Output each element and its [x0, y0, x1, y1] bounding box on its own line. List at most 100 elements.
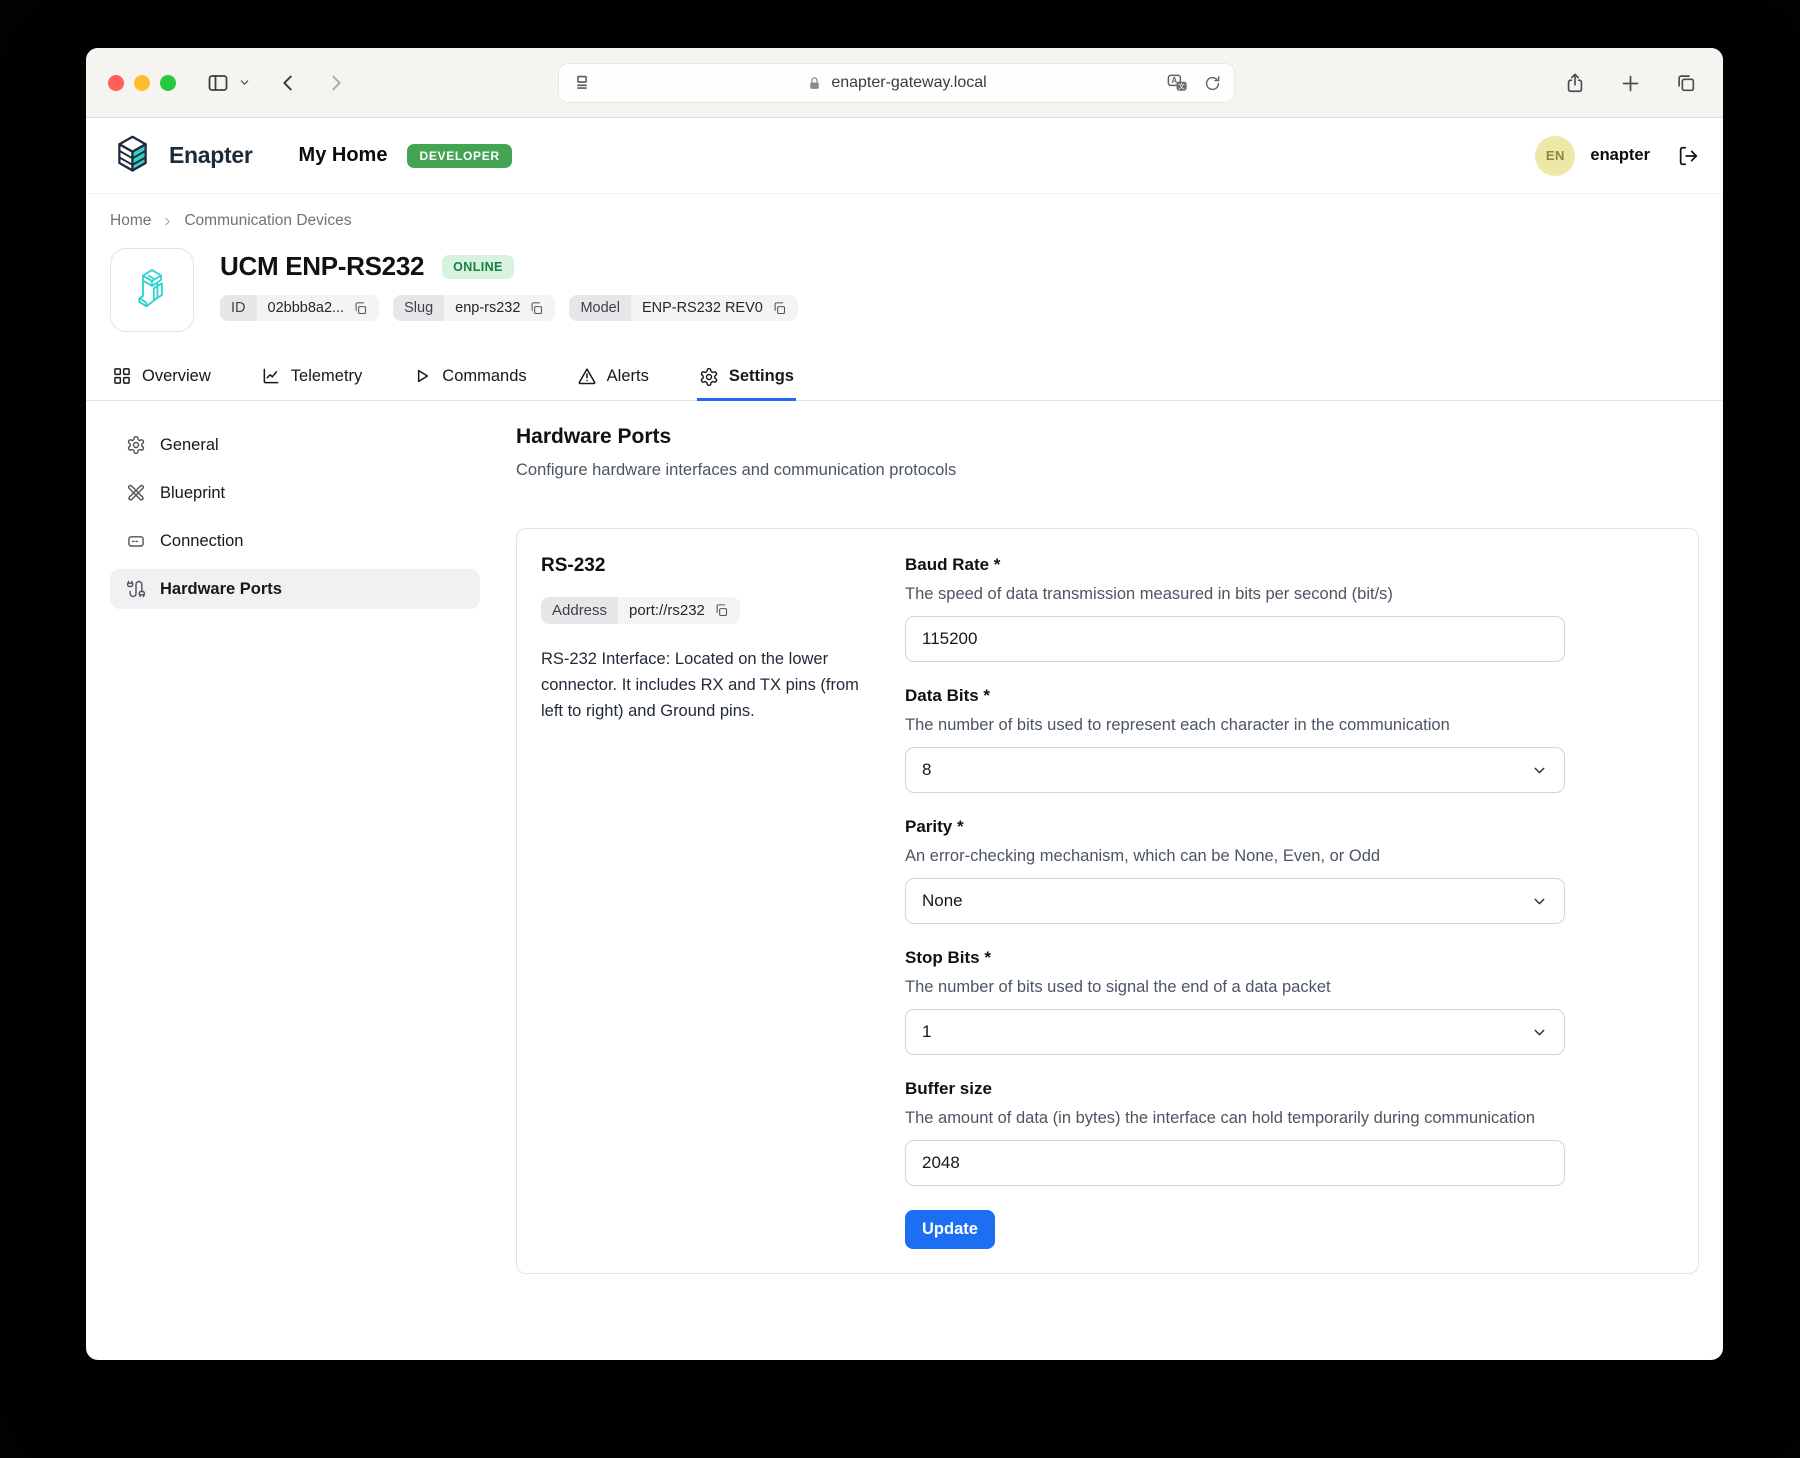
field-description: An error-checking mechanism, which can b… [905, 847, 1381, 865]
slug-chip: Slug enp-rs232 [393, 295, 556, 321]
rs232-title: RS-232 [541, 555, 606, 576]
url-display: enapter-gateway.local [559, 74, 1234, 92]
logout-icon[interactable] [1677, 145, 1699, 167]
tab-overview-icon[interactable] [1675, 72, 1697, 94]
zoom-window-button[interactable] [160, 74, 176, 91]
reload-icon[interactable] [1203, 74, 1222, 93]
baud-rate-field: Baud Rate * The speed of data transmissi… [905, 555, 1565, 662]
baud-rate-input[interactable] [905, 616, 1565, 662]
settings-content: General Blueprint Connection Hardware Po… [86, 401, 1723, 1274]
browser-nav-buttons [206, 71, 347, 95]
device-chips: ID 02bbb8a2... Slug enp-rs232 Model ENP-… [220, 295, 798, 321]
parity-field: Parity * An error-checking mechanism, wh… [905, 817, 1565, 924]
device-tabs: Overview Telemetry Commands Alerts Setti… [86, 356, 1723, 401]
page-title: Hardware Ports [516, 425, 672, 448]
breadcrumb: Home Communication Devices [86, 194, 1723, 236]
new-tab-icon[interactable] [1620, 73, 1641, 94]
avatar[interactable]: EN [1535, 135, 1576, 176]
tab-overview[interactable]: Overview [110, 356, 213, 400]
site-name[interactable]: My Home [299, 144, 388, 167]
blueprint-icon [127, 484, 145, 501]
model-chip: Model ENP-RS232 REV0 [569, 295, 798, 321]
tab-settings[interactable]: Settings [696, 356, 796, 401]
address-bar-actions [1166, 72, 1222, 95]
field-label: Data Bits * [905, 686, 991, 705]
sidebar-item-blueprint[interactable]: Blueprint [110, 473, 480, 513]
lock-icon [809, 76, 820, 89]
tab-telemetry[interactable]: Telemetry [259, 356, 365, 400]
user-menu[interactable]: EN enapter [1535, 135, 1699, 176]
url-host: enapter-gateway.local [831, 74, 987, 91]
stop-bits-field: Stop Bits * The number of bits used to s… [905, 948, 1565, 1055]
device-title: UCM ENP-RS232 [220, 251, 425, 281]
page-subtitle: Configure hardware interfaces and commun… [516, 461, 957, 479]
address-bar[interactable]: enapter-gateway.local [558, 63, 1235, 103]
buffer-size-input[interactable] [905, 1140, 1565, 1186]
back-icon[interactable] [277, 72, 299, 94]
page-format-icon[interactable] [571, 72, 593, 94]
rs232-card: RS-232 Address port://rs232 RS-232 Inter… [516, 528, 1699, 1274]
stop-bits-select[interactable]: 1 [905, 1009, 1565, 1055]
developer-badge: DEVELOPER [407, 143, 512, 168]
rs232-info-column: RS-232 Address port://rs232 RS-232 Inter… [541, 555, 875, 1249]
chevron-down-icon [1534, 767, 1545, 773]
sidebar-item-connection[interactable]: Connection [110, 521, 480, 561]
field-description: The speed of data transmission measured … [905, 585, 1393, 603]
chart-icon [263, 368, 279, 384]
device-header: UCM ENP-RS232 ONLINE ID 02bbb8a2... Slug… [86, 236, 1723, 332]
sidebar-item-general[interactable]: General [110, 425, 480, 465]
status-badge: ONLINE [442, 254, 514, 279]
sidebar-item-hardware-ports[interactable]: Hardware Ports [110, 569, 480, 609]
browser-window: enapter-gateway.local Enapter My Home DE… [86, 48, 1723, 1360]
field-label: Stop Bits * [905, 948, 991, 967]
rs232-form: Baud Rate * The speed of data transmissi… [905, 555, 1565, 1249]
settings-sidenav: General Blueprint Connection Hardware Po… [110, 425, 480, 1274]
field-description: The amount of data (in bytes) the interf… [905, 1109, 1536, 1127]
browser-toolbar-right [1564, 48, 1697, 118]
ethernet-icon [128, 536, 144, 547]
share-icon[interactable] [1564, 72, 1586, 94]
window-controls [108, 74, 176, 91]
grid-icon [114, 368, 130, 384]
copy-icon[interactable] [529, 301, 544, 316]
app-header: Enapter My Home DEVELOPER EN enapter [86, 118, 1723, 194]
data-bits-select[interactable]: 8 [905, 747, 1565, 793]
brand[interactable]: Enapter [110, 133, 253, 178]
brand-name: Enapter [169, 142, 253, 168]
copy-icon[interactable] [353, 301, 368, 316]
id-chip: ID 02bbb8a2... [220, 295, 380, 321]
enapter-logo-icon [118, 135, 147, 172]
device-thumbnail [110, 248, 194, 332]
chevron-down-icon[interactable] [238, 76, 251, 89]
breadcrumb-communication-devices[interactable]: Communication Devices [184, 212, 351, 230]
browser-toolbar: enapter-gateway.local [86, 48, 1723, 118]
field-label: Baud Rate * [905, 555, 1001, 574]
tab-commands[interactable]: Commands [410, 356, 528, 400]
forward-icon[interactable] [325, 72, 347, 94]
gear-icon [127, 435, 145, 455]
tab-alerts[interactable]: Alerts [575, 356, 651, 400]
device-illustration-icon [138, 269, 163, 308]
update-button[interactable]: Update [905, 1210, 995, 1249]
rs232-description: RS-232 Interface: Located on the lower c… [541, 650, 859, 721]
address-chip: Address port://rs232 [541, 597, 740, 624]
chevron-right-icon [161, 215, 174, 228]
minimize-window-button[interactable] [134, 74, 150, 91]
device-info: UCM ENP-RS232 ONLINE ID 02bbb8a2... Slug… [220, 248, 798, 332]
alert-triangle-icon [578, 368, 596, 385]
data-bits-field: Data Bits * The number of bits used to r… [905, 686, 1565, 793]
buffer-size-field: Buffer size The amount of data (in bytes… [905, 1079, 1565, 1186]
cable-icon [126, 580, 146, 598]
parity-select[interactable]: None [905, 878, 1565, 924]
copy-icon[interactable] [714, 603, 729, 618]
translate-icon[interactable] [1166, 72, 1189, 95]
copy-icon[interactable] [772, 301, 787, 316]
field-description: The number of bits used to represent eac… [905, 716, 1450, 734]
breadcrumb-home[interactable]: Home [110, 212, 151, 230]
close-window-button[interactable] [108, 74, 124, 91]
field-label: Parity * [905, 817, 964, 836]
play-icon [418, 369, 429, 383]
gear-icon [700, 367, 718, 386]
chevron-down-icon [1534, 898, 1545, 904]
sidebar-icon[interactable] [206, 71, 230, 95]
